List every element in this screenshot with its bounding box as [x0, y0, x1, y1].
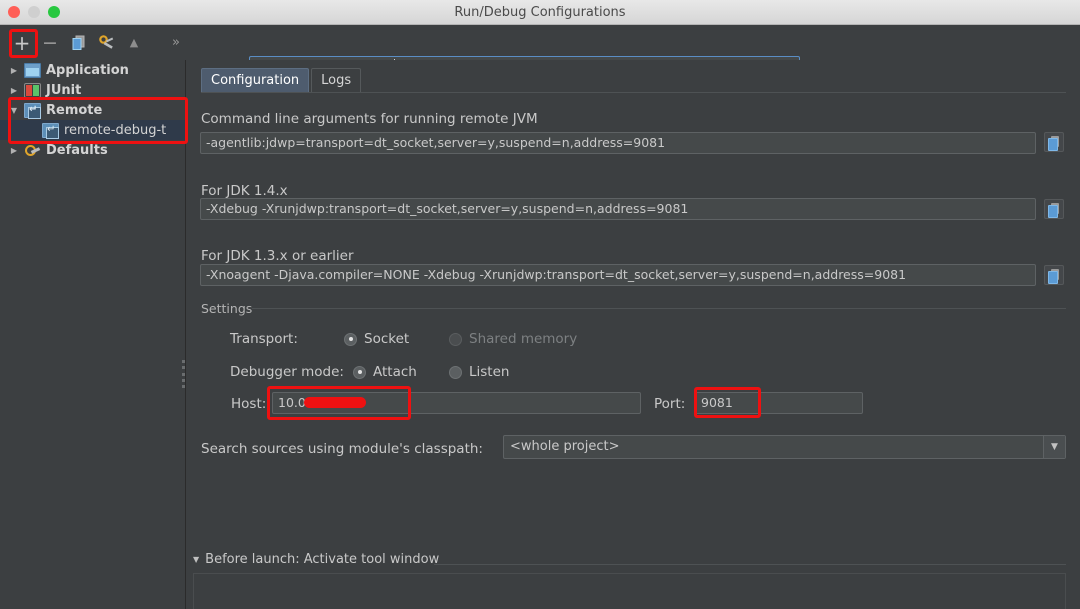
- before-launch-divider: [434, 564, 1066, 565]
- remove-configuration-button[interactable]: −: [36, 30, 64, 56]
- settings-group-divider: [252, 308, 1066, 309]
- tree-item-junit[interactable]: ▶ JUnit: [0, 80, 185, 100]
- window-title: Run/Debug Configurations: [0, 0, 1080, 25]
- host-label: Host:: [231, 396, 266, 412]
- more-options-button[interactable]: »: [162, 30, 190, 56]
- add-configuration-button[interactable]: +: [8, 30, 36, 56]
- toolbar: + − ▲ » Name: Share: [0, 25, 1080, 60]
- transport-radio-shared-memory[interactable]: Shared memory: [449, 331, 577, 347]
- transport-label: Transport:: [230, 331, 298, 347]
- configurations-tree[interactable]: ▶ Application ▶ JUnit ▼ Remote remote-de…: [0, 60, 186, 609]
- radio-listen-label: Listen: [469, 364, 509, 380]
- classpath-combobox[interactable]: <whole project> ▼: [503, 435, 1066, 459]
- classpath-selected-value: <whole project>: [510, 439, 619, 454]
- tree-item-label: Application: [46, 63, 129, 78]
- transport-radio-socket[interactable]: Socket: [344, 331, 409, 347]
- toolbar-icon-group: + − ▲ »: [8, 25, 190, 60]
- jdk14-label: For JDK 1.4.x: [201, 183, 288, 199]
- tree-item-label: Defaults: [46, 143, 108, 158]
- copy-jdk13-icon[interactable]: [1044, 265, 1064, 285]
- configuration-panel: Configuration Logs Command line argument…: [187, 60, 1080, 609]
- application-icon: [24, 63, 41, 78]
- jdk13-field[interactable]: -Xnoagent -Djava.compiler=NONE -Xdebug -…: [200, 264, 1036, 286]
- copy-cmdline-icon[interactable]: [1044, 132, 1064, 152]
- radio-socket-label: Socket: [364, 331, 409, 347]
- tab-underline: [201, 92, 1066, 93]
- chevron-down-icon[interactable]: ▼: [1043, 436, 1065, 458]
- collapse-triangle-icon[interactable]: ▼: [193, 555, 199, 564]
- move-up-button[interactable]: ▲: [120, 30, 148, 56]
- radio-socket-indicator[interactable]: [344, 333, 357, 346]
- run-debug-configurations-window: Run/Debug Configurations + − ▲ »: [0, 0, 1080, 609]
- tab-logs[interactable]: Logs: [311, 68, 361, 93]
- remote-icon: [42, 123, 59, 138]
- expander-icon[interactable]: ▶: [6, 146, 22, 155]
- tab-bar: Configuration Logs: [201, 68, 361, 93]
- radio-shared-memory-indicator[interactable]: [449, 333, 462, 346]
- before-launch-header[interactable]: ▼ Before launch: Activate tool window: [193, 552, 439, 567]
- radio-shared-memory-label: Shared memory: [469, 331, 577, 347]
- debugger-mode-radio-attach[interactable]: Attach: [353, 364, 417, 380]
- expander-icon[interactable]: ▶: [6, 66, 22, 75]
- jdk13-label: For JDK 1.3.x or earlier: [201, 248, 354, 264]
- before-launch-label: Before launch: Activate tool window: [205, 552, 439, 567]
- remote-icon: [24, 103, 41, 118]
- tree-item-label: Remote: [46, 103, 102, 118]
- edit-defaults-wrench-icon[interactable]: [92, 30, 120, 56]
- radio-attach-label: Attach: [373, 364, 417, 380]
- port-label: Port:: [654, 396, 685, 412]
- junit-icon: [24, 83, 41, 98]
- host-redaction-mark: [304, 397, 366, 408]
- cmdline-field[interactable]: -agentlib:jdwp=transport=dt_socket,serve…: [200, 132, 1036, 154]
- tree-item-label: remote-debug-t: [64, 123, 166, 138]
- classpath-label: Search sources using module's classpath:: [201, 441, 483, 457]
- debugger-mode-label: Debugger mode:: [230, 364, 344, 380]
- before-launch-task-list[interactable]: There are no tasks to run before launch: [193, 573, 1066, 609]
- tree-item-label: JUnit: [46, 83, 81, 98]
- port-input[interactable]: 9081: [695, 392, 863, 414]
- copy-configuration-icon[interactable]: [64, 30, 92, 56]
- tab-configuration[interactable]: Configuration: [201, 68, 309, 93]
- expander-icon[interactable]: ▼: [6, 106, 22, 115]
- settings-group-label: Settings: [201, 301, 252, 316]
- tree-item-remote[interactable]: ▼ Remote: [0, 100, 185, 120]
- radio-attach-indicator[interactable]: [353, 366, 366, 379]
- jdk14-field[interactable]: -Xdebug -Xrunjdwp:transport=dt_socket,se…: [200, 198, 1036, 220]
- expander-icon[interactable]: ▶: [6, 86, 22, 95]
- tree-item-defaults[interactable]: ▶ Defaults: [0, 140, 185, 160]
- window-titlebar: Run/Debug Configurations: [0, 0, 1080, 25]
- copy-jdk14-icon[interactable]: [1044, 199, 1064, 219]
- cmdline-label: Command line arguments for running remot…: [201, 111, 538, 127]
- wrench-icon: [24, 143, 41, 158]
- tree-item-remote-debug-test[interactable]: remote-debug-t: [0, 120, 185, 140]
- debugger-mode-radio-listen[interactable]: Listen: [449, 364, 509, 380]
- tree-item-application[interactable]: ▶ Application: [0, 60, 185, 80]
- radio-listen-indicator[interactable]: [449, 366, 462, 379]
